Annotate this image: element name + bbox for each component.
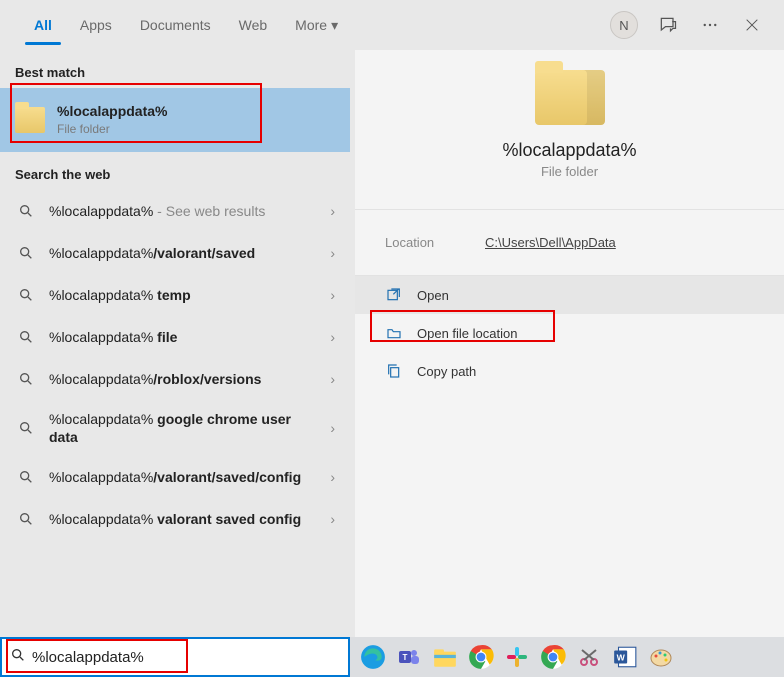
top-tab-bar: All Apps Documents Web More ▾ N <box>0 0 784 50</box>
svg-text:W: W <box>617 652 626 662</box>
search-web-label: Search the web <box>0 152 350 190</box>
web-result-suffix: /valorant/saved/config <box>153 469 301 485</box>
taskbar: T W <box>350 637 784 677</box>
web-result[interactable]: %localappdata%/valorant/saved/config › <box>0 456 350 498</box>
tab-all[interactable]: All <box>20 0 66 50</box>
svg-text:T: T <box>403 653 408 662</box>
action-copy-path-label: Copy path <box>417 364 476 379</box>
feedback-icon[interactable] <box>656 13 680 37</box>
chevron-right-icon: › <box>322 329 335 345</box>
action-open-location-label: Open file location <box>417 326 517 341</box>
web-result[interactable]: %localappdata% - See web results › <box>0 190 350 232</box>
web-result-suffix: file <box>153 329 177 345</box>
action-open-location[interactable]: Open file location <box>355 314 784 352</box>
web-result-text: %localappdata% <box>49 245 153 261</box>
chevron-right-icon: › <box>322 420 335 436</box>
web-result[interactable]: %localappdata%/roblox/versions › <box>0 358 350 400</box>
best-match-title: %localappdata% <box>57 102 335 120</box>
chevron-right-icon: › <box>322 245 335 261</box>
web-result-suffix: /valorant/saved <box>153 245 255 261</box>
web-result-text: %localappdata% <box>49 329 153 345</box>
chevron-down-icon: ▾ <box>331 17 338 34</box>
web-result[interactable]: %localappdata% google chrome user data › <box>0 400 350 456</box>
user-avatar[interactable]: N <box>610 11 638 39</box>
chevron-right-icon: › <box>322 203 335 219</box>
web-result-text: %localappdata% <box>49 469 153 485</box>
taskbar-explorer-icon[interactable] <box>428 640 462 674</box>
search-box[interactable] <box>0 637 350 677</box>
folder-open-icon <box>385 324 403 342</box>
best-match-result[interactable]: %localappdata% File folder <box>0 88 350 152</box>
web-result-text: %localappdata% <box>49 371 153 387</box>
close-icon[interactable] <box>740 13 764 37</box>
folder-icon <box>15 107 45 133</box>
details-subtitle: File folder <box>355 164 784 179</box>
taskbar-paint-icon[interactable] <box>644 640 678 674</box>
search-icon <box>15 242 37 264</box>
tab-apps[interactable]: Apps <box>66 0 126 50</box>
tab-more-label: More <box>295 17 327 33</box>
web-result-suffix: /roblox/versions <box>153 371 261 387</box>
open-icon <box>385 286 403 304</box>
web-result-text: %localappdata% <box>49 411 153 427</box>
best-match-label: Best match <box>0 50 350 88</box>
more-options-icon[interactable] <box>698 13 722 37</box>
chevron-right-icon: › <box>322 469 335 485</box>
search-icon <box>15 508 37 530</box>
folder-large-icon <box>535 70 605 125</box>
web-result[interactable]: %localappdata%/valorant/saved › <box>0 232 350 274</box>
web-result[interactable]: %localappdata% file › <box>0 316 350 358</box>
search-icon <box>15 200 37 222</box>
copy-icon <box>385 362 403 380</box>
web-result-text: %localappdata% <box>49 203 153 219</box>
taskbar-word-icon[interactable]: W <box>608 640 642 674</box>
chevron-right-icon: › <box>322 511 335 527</box>
taskbar-chrome2-icon[interactable] <box>536 640 570 674</box>
action-open[interactable]: Open <box>355 276 784 314</box>
search-icon <box>15 466 37 488</box>
taskbar-edge-icon[interactable] <box>356 640 390 674</box>
tab-web[interactable]: Web <box>225 0 282 50</box>
web-result-suffix: - See web results <box>153 203 265 219</box>
location-label: Location <box>385 235 455 250</box>
taskbar-snip-icon[interactable] <box>572 640 606 674</box>
web-result-text: %localappdata% <box>49 287 153 303</box>
taskbar-teams-icon[interactable]: T <box>392 640 426 674</box>
search-icon <box>15 368 37 390</box>
search-icon <box>15 326 37 348</box>
chevron-right-icon: › <box>322 371 335 387</box>
details-panel: %localappdata% File folder Location C:\U… <box>355 50 784 637</box>
action-copy-path[interactable]: Copy path <box>355 352 784 390</box>
web-result-suffix: temp <box>153 287 190 303</box>
search-icon <box>15 417 37 439</box>
details-title: %localappdata% <box>355 140 784 161</box>
tab-more[interactable]: More ▾ <box>281 0 352 50</box>
search-icon <box>10 647 26 668</box>
action-open-label: Open <box>417 288 449 303</box>
web-result[interactable]: %localappdata% temp › <box>0 274 350 316</box>
taskbar-slack-icon[interactable] <box>500 640 534 674</box>
location-link[interactable]: C:\Users\Dell\AppData <box>485 235 616 250</box>
tab-documents[interactable]: Documents <box>126 0 225 50</box>
best-match-subtitle: File folder <box>57 122 335 138</box>
results-panel: Best match %localappdata% File folder Se… <box>0 50 350 637</box>
chevron-right-icon: › <box>322 287 335 303</box>
web-result-text: %localappdata% <box>49 511 153 527</box>
web-result[interactable]: %localappdata% valorant saved config › <box>0 498 350 540</box>
taskbar-chrome-icon[interactable] <box>464 640 498 674</box>
search-input[interactable] <box>32 639 348 675</box>
web-result-suffix: valorant saved config <box>153 511 301 527</box>
search-icon <box>15 284 37 306</box>
